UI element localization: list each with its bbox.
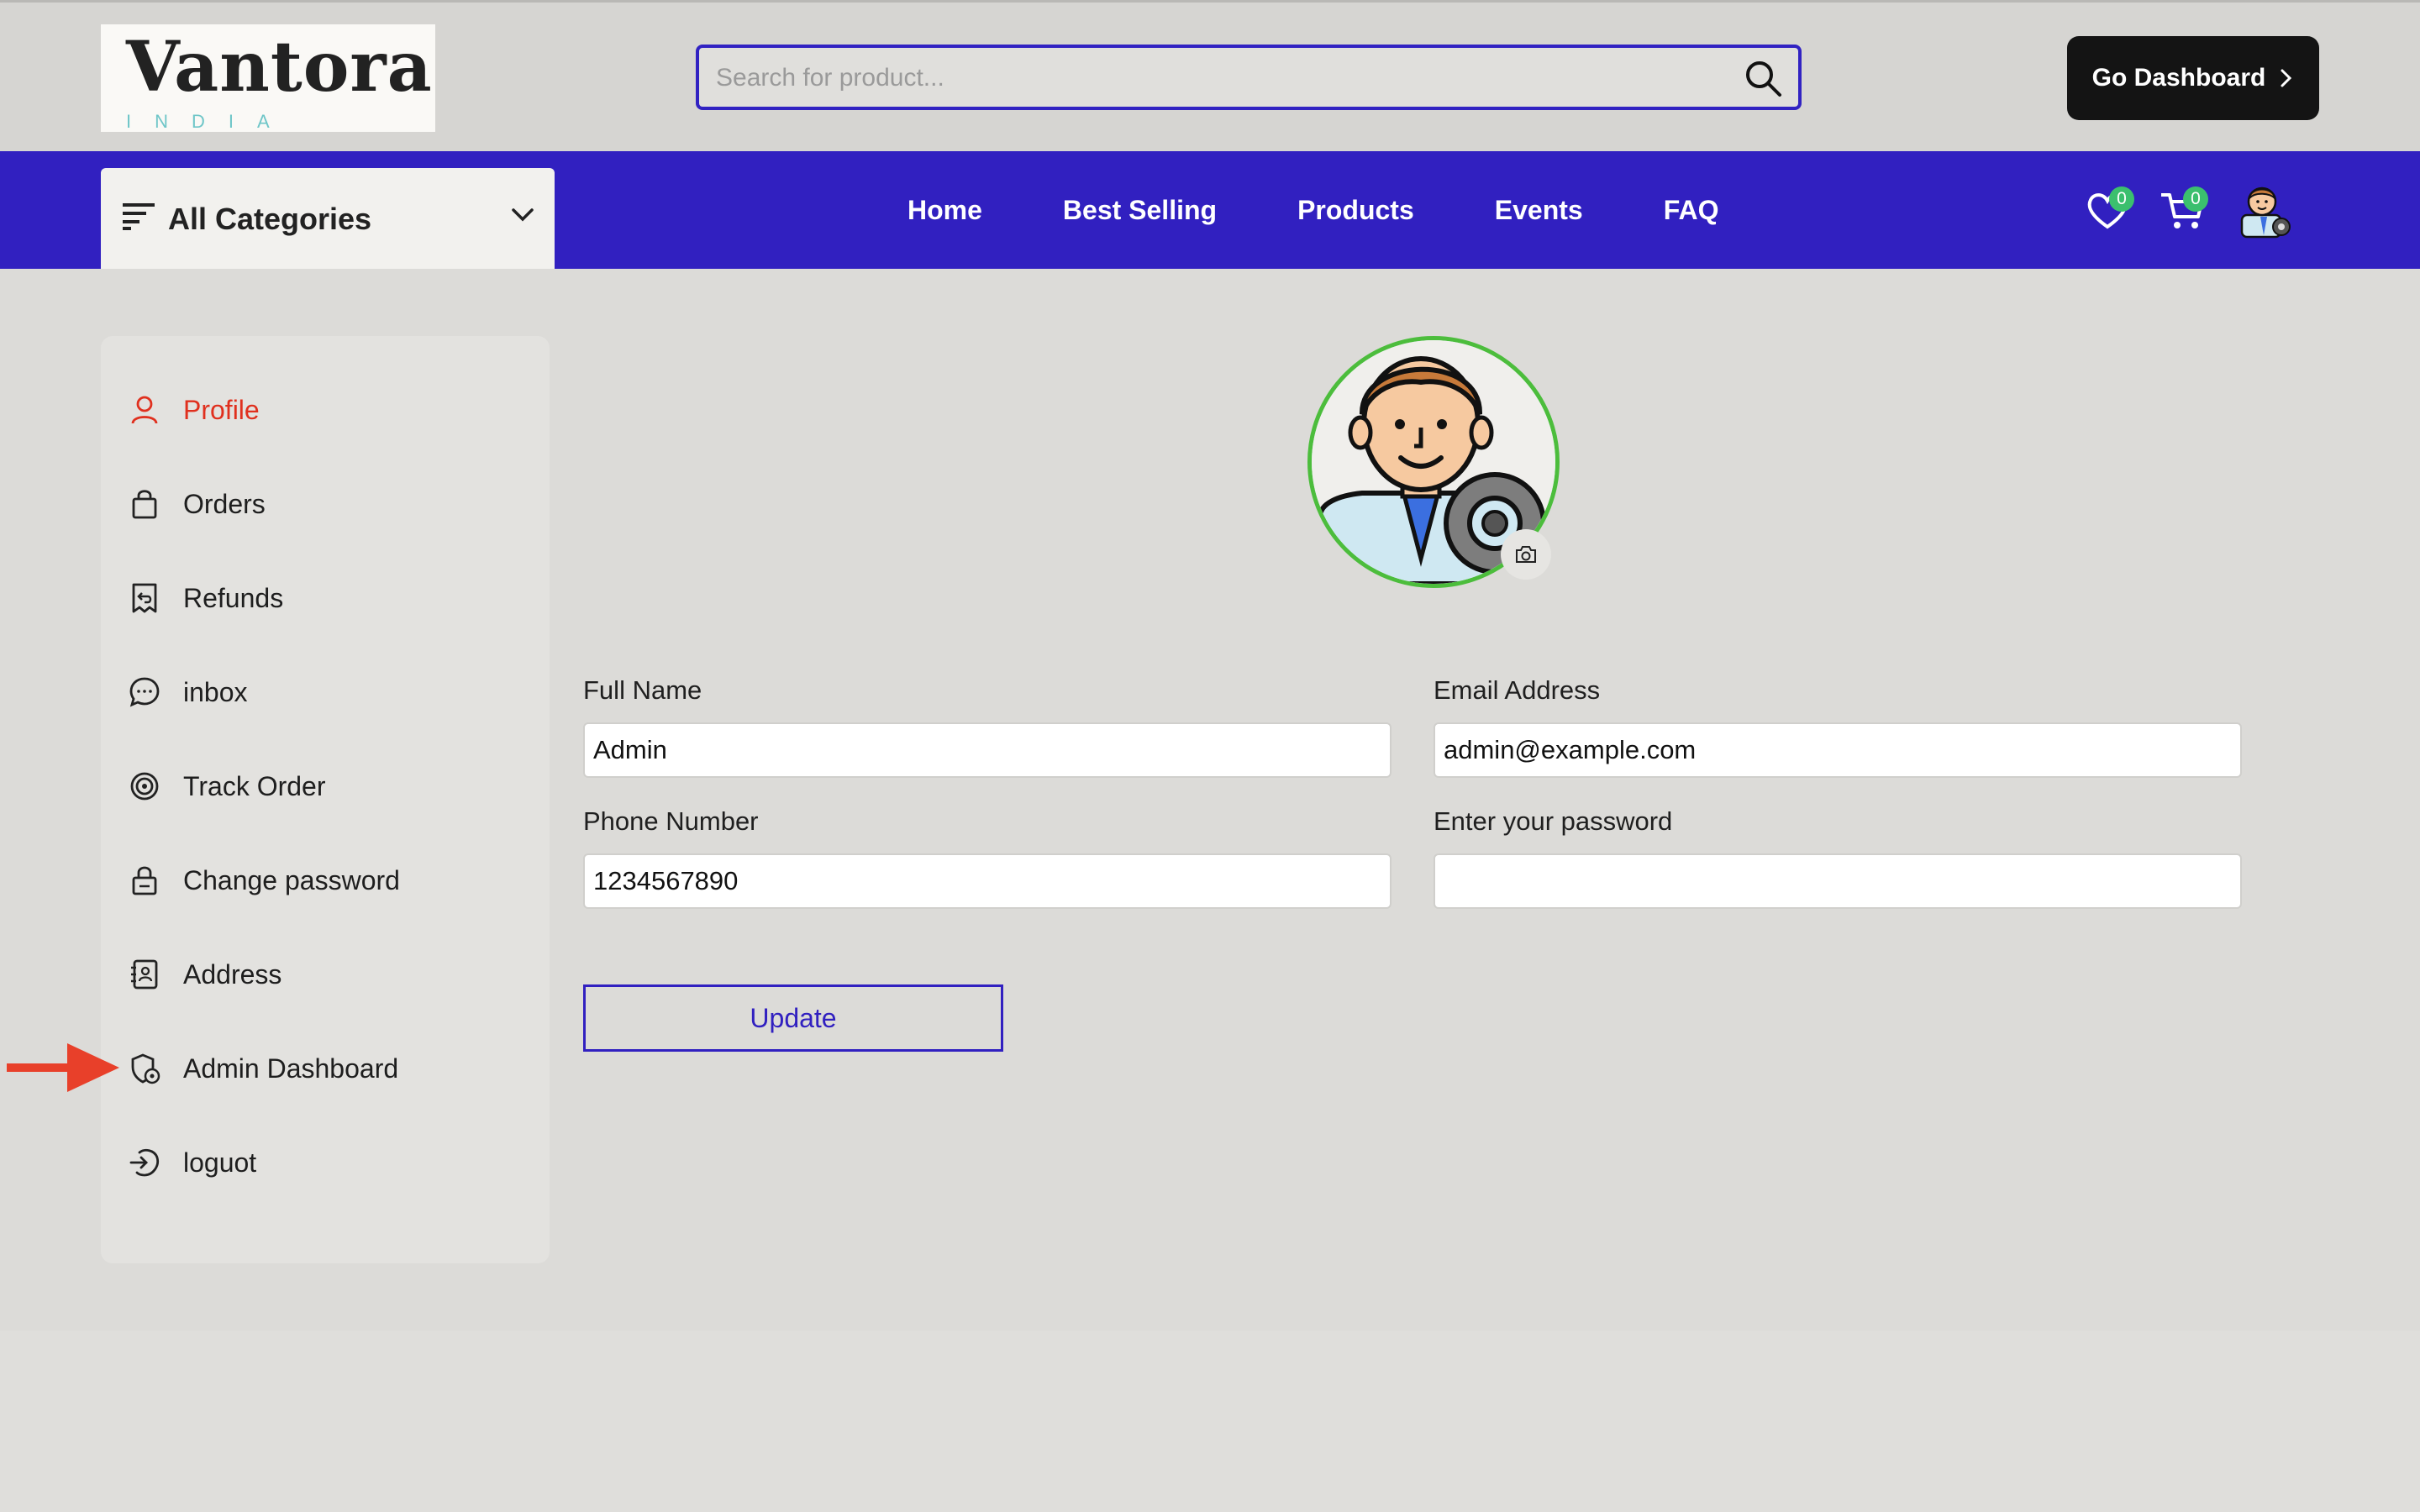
search-icon[interactable] <box>1743 58 1783 98</box>
full-name-label: Full Name <box>583 675 702 705</box>
sidebar-item-label: Admin Dashboard <box>183 1053 399 1084</box>
admin-settings-icon <box>131 1053 160 1084</box>
logo-subtitle: INDIA <box>126 111 293 132</box>
sidebar-item-label: Profile <box>183 394 260 425</box>
wishlist-count-badge: 0 <box>2109 186 2134 212</box>
email-label: Email Address <box>1434 675 1601 705</box>
sidebar-item-refunds[interactable]: Refunds <box>128 573 514 623</box>
phone-field[interactable] <box>583 853 1392 909</box>
sidebar-item-label: inbox <box>183 676 248 707</box>
go-dashboard-label: Go Dashboard <box>2091 64 2266 92</box>
sidebar-item-address[interactable]: Address <box>128 949 514 1000</box>
go-dashboard-button[interactable]: Go Dashboard <box>2067 36 2319 120</box>
user-icon <box>131 396 158 424</box>
top-header: Vantora INDIA Go Dashboard <box>0 0 2420 154</box>
password-label: Enter your password <box>1434 806 1673 836</box>
address-book-icon <box>131 959 158 990</box>
chevron-down-icon <box>512 208 534 222</box>
page-footer-area <box>0 1331 2420 1512</box>
change-avatar-button[interactable] <box>1501 529 1551 580</box>
nav-link-faq[interactable]: FAQ <box>1664 195 1719 226</box>
nav-link-best-selling[interactable]: Best Selling <box>1063 195 1217 226</box>
sidebar-item-label: Refunds <box>183 582 284 613</box>
menu-lines-icon <box>123 203 155 230</box>
nav-link-products[interactable]: Products <box>1297 195 1414 226</box>
target-icon <box>130 772 159 801</box>
profile-sidebar: Profile Orders Refunds inbox Track Order <box>101 336 550 1263</box>
sidebar-item-track-order[interactable]: Track Order <box>128 761 514 811</box>
sidebar-item-orders[interactable]: Orders <box>128 479 514 529</box>
sidebar-item-label: Address <box>183 958 282 990</box>
sidebar-item-inbox[interactable]: inbox <box>128 667 514 717</box>
red-arrow-annotation <box>7 1043 119 1092</box>
sidebar-item-logout[interactable]: loguot <box>128 1137 514 1188</box>
all-categories-dropdown[interactable]: All Categories <box>101 168 555 269</box>
update-button[interactable]: Update <box>583 984 1003 1052</box>
cart-count-badge: 0 <box>2183 186 2208 212</box>
nav-link-events[interactable]: Events <box>1495 195 1583 226</box>
all-categories-label: All Categories <box>168 202 372 236</box>
sidebar-item-admin-dashboard[interactable]: Admin Dashboard <box>128 1043 514 1094</box>
lock-icon <box>132 866 157 895</box>
main-nav: All Categories Home Best Selling Product… <box>0 151 2420 269</box>
password-field[interactable] <box>1434 853 2242 909</box>
camera-icon <box>1516 546 1536 563</box>
sidebar-item-label: Change password <box>183 864 400 895</box>
logo-wordmark: Vantora <box>126 27 433 108</box>
full-name-field[interactable] <box>583 722 1392 778</box>
nav-links: Home Best Selling Products Events FAQ <box>908 151 1799 269</box>
sidebar-item-label: loguot <box>183 1147 257 1178</box>
user-avatar-icon[interactable] <box>2235 180 2294 239</box>
logout-icon <box>129 1148 160 1177</box>
receipt-refund-icon <box>132 583 157 613</box>
brand-logo[interactable]: Vantora INDIA <box>101 24 435 132</box>
chat-bubble-icon <box>129 677 160 707</box>
nav-link-home[interactable]: Home <box>908 195 982 226</box>
sidebar-item-label: Orders <box>183 488 266 519</box>
email-field[interactable] <box>1434 722 2242 778</box>
sidebar-item-change-password[interactable]: Change password <box>128 855 514 906</box>
sidebar-item-label: Track Order <box>183 770 326 801</box>
shopping-bag-icon <box>132 490 157 519</box>
chevron-right-icon <box>2281 69 2292 87</box>
search-input[interactable] <box>714 48 1726 108</box>
sidebar-item-profile[interactable]: Profile <box>128 385 514 435</box>
search-bar <box>696 45 1802 110</box>
phone-label: Phone Number <box>583 806 759 836</box>
